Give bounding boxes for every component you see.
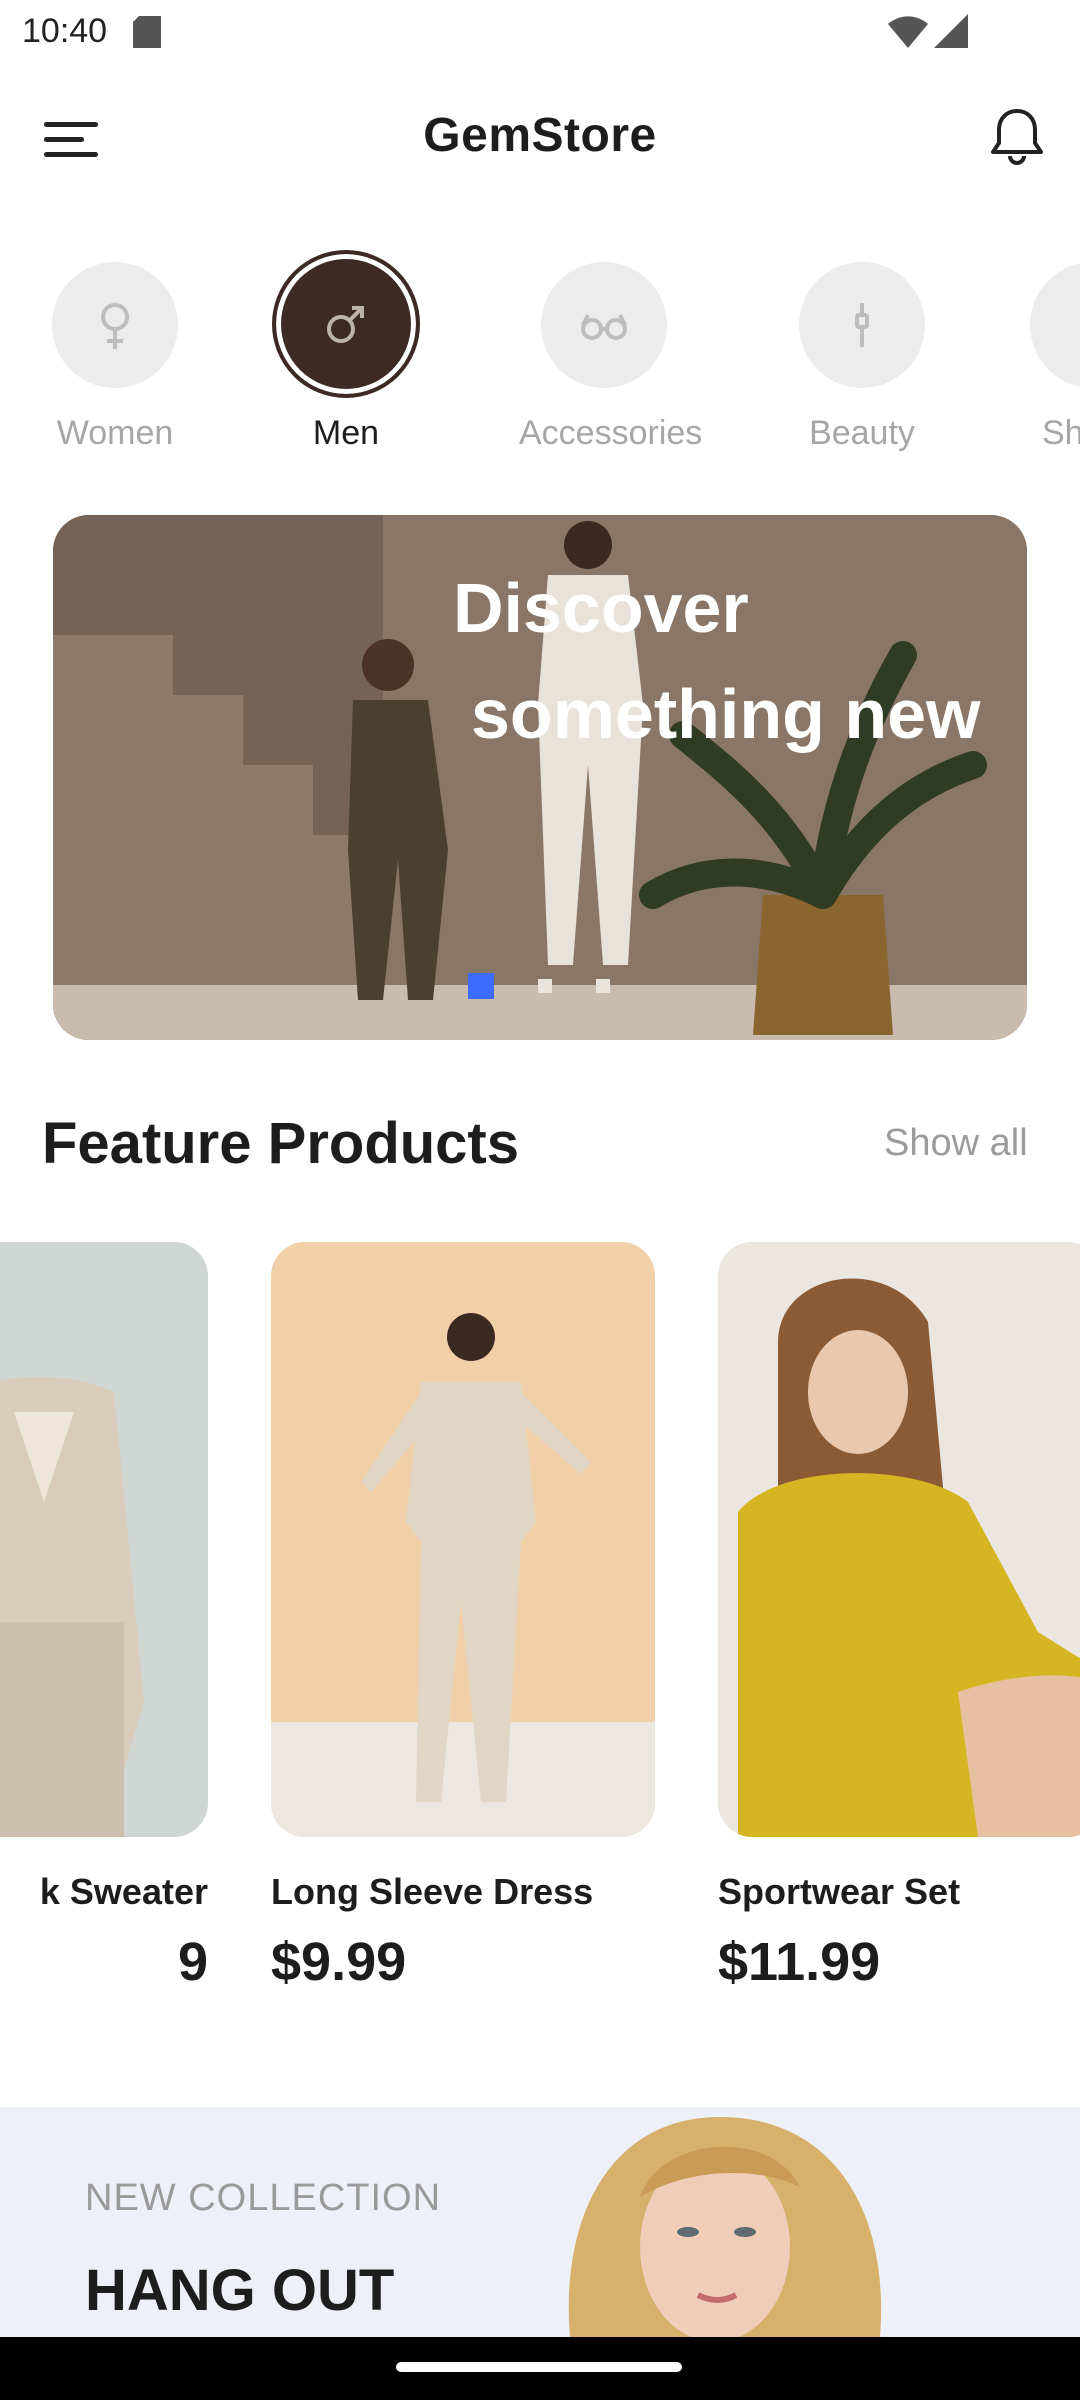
top-app-bar: GemStore	[0, 90, 1080, 186]
cellular-signal-icon	[934, 14, 968, 48]
product-price: 9	[177, 1932, 208, 1992]
product-card[interactable]: Sportwear Set $11.99	[718, 1242, 1080, 1993]
category-label: Men	[312, 414, 380, 452]
category-label: Beauty	[809, 414, 915, 452]
product-price: $11.99	[718, 1932, 881, 1992]
collection-photo	[568, 2117, 882, 2337]
makeup-brush-icon	[799, 262, 925, 388]
show-all-link[interactable]: Show all	[884, 1122, 1028, 1165]
category-circle	[1030, 262, 1080, 388]
banner-pagination	[468, 973, 610, 999]
product-image	[718, 1242, 1080, 1837]
system-navigation-bar	[0, 2337, 1080, 2400]
category-label: Accessories	[519, 414, 703, 452]
category-beauty[interactable]: Beauty	[777, 250, 947, 453]
app-title: GemStore	[423, 109, 657, 162]
collection-title: HANG OUT	[85, 2258, 395, 2323]
wifi-icon	[888, 16, 928, 48]
featured-products-list: k Sweater 9 Long Sleeve Dress $9.99 Spor…	[0, 1242, 1080, 2022]
category-label: Sh	[1042, 414, 1080, 452]
product-name: Long Sleeve Dress	[271, 1871, 594, 1912]
notification-bell-icon[interactable]	[988, 106, 1046, 168]
promo-banner[interactable]: Discover something new	[53, 515, 1027, 1040]
category-accessories[interactable]: Accessories	[519, 250, 703, 453]
new-collection-banner[interactable]: NEW COLLECTION HANG OUT	[0, 2107, 1080, 2337]
category-women[interactable]: Women	[30, 250, 200, 453]
status-bar: 10:40	[0, 0, 1080, 64]
home-gesture-handle[interactable]	[396, 2362, 682, 2372]
product-name: Sportwear Set	[718, 1871, 961, 1912]
banner-title-line1: Discover	[453, 569, 749, 647]
category-label: Women	[56, 414, 174, 452]
category-men[interactable]: Men	[261, 250, 431, 453]
pagination-dot-3[interactable]	[596, 979, 610, 993]
collection-subtitle: NEW COLLECTION	[85, 2177, 442, 2219]
category-partial[interactable]: Sh	[1000, 250, 1080, 453]
female-icon	[52, 262, 178, 388]
glasses-icon	[541, 262, 667, 388]
category-list: Women Men Accessories Beauty Sh	[0, 250, 1080, 480]
product-name: k Sweater	[39, 1871, 208, 1912]
feature-products-heading: Feature Products	[42, 1111, 519, 1176]
product-card[interactable]: k Sweater 9	[0, 1242, 208, 1993]
pagination-dot-2[interactable]	[538, 979, 552, 993]
product-image	[271, 1242, 655, 1837]
status-time: 10:40	[22, 12, 108, 50]
sd-card-icon	[133, 16, 161, 48]
product-image	[0, 1242, 208, 1837]
product-price: $9.99	[271, 1932, 407, 1992]
pagination-dot-1[interactable]	[468, 973, 494, 999]
product-card[interactable]: Long Sleeve Dress $9.99	[271, 1242, 655, 1993]
male-icon	[272, 250, 420, 398]
banner-title-line2: something new	[471, 675, 981, 753]
